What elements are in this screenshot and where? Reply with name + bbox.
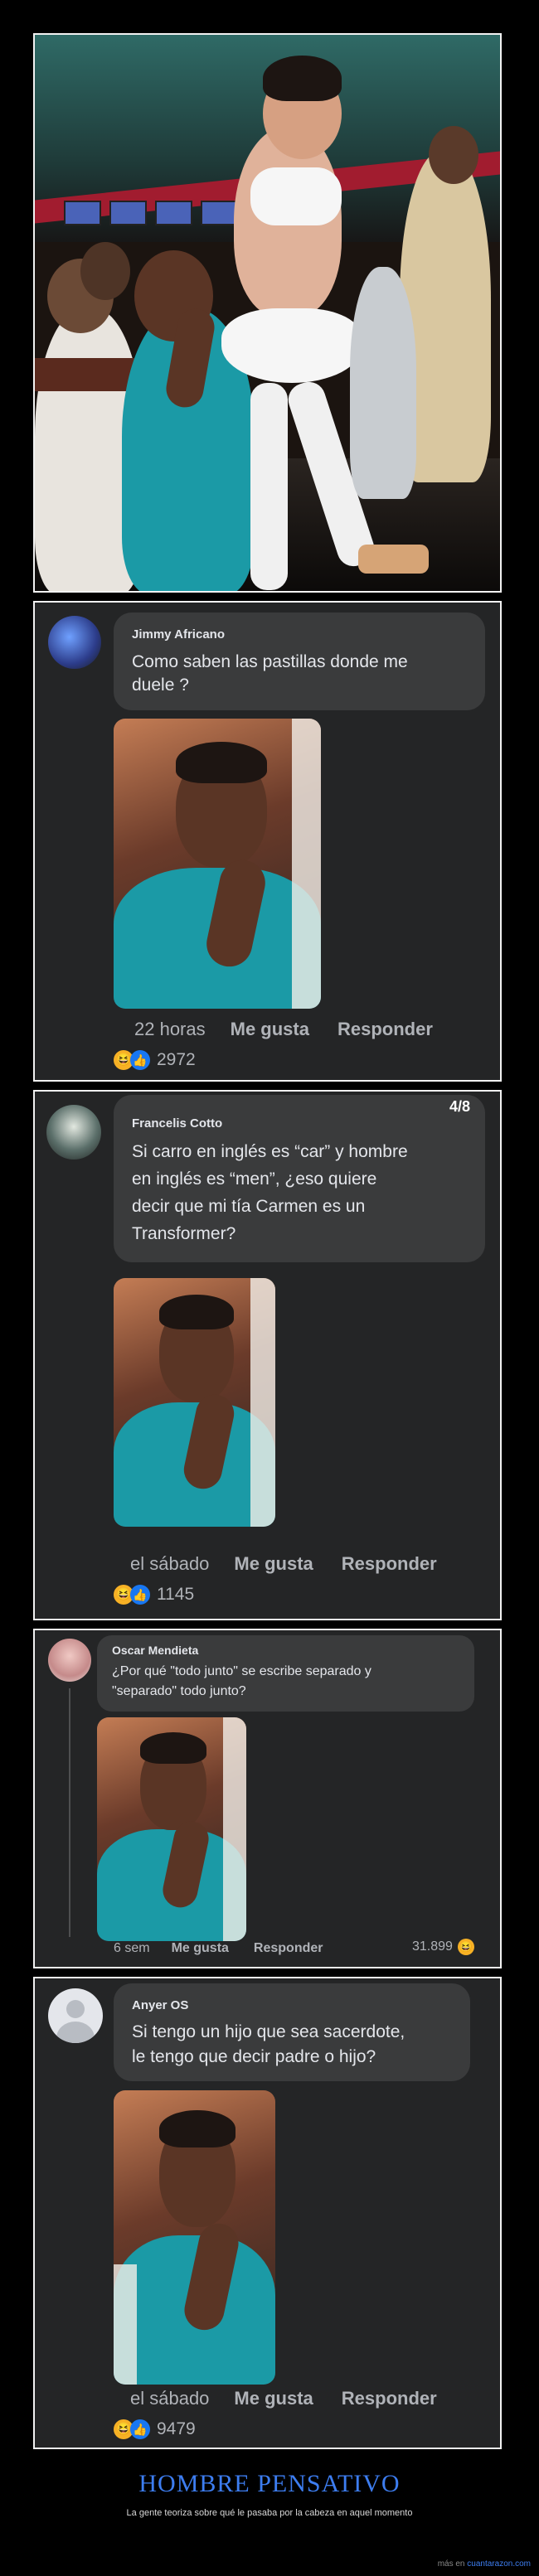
- comment-time[interactable]: 22 horas: [134, 1019, 206, 1040]
- avatar[interactable]: [46, 1105, 101, 1160]
- comment-author[interactable]: Anyer OS: [132, 1998, 188, 2012]
- reaction-summary[interactable]: 😆 👍 1145: [114, 1585, 194, 1605]
- comment-author[interactable]: Oscar Mendieta: [112, 1644, 198, 1657]
- like-icon: 👍: [130, 2419, 150, 2439]
- page-counter-badge: 4/8: [449, 1098, 471, 1115]
- reply-button[interactable]: Responder: [254, 1941, 323, 1956]
- reaction-summary[interactable]: 31.899 😆: [412, 1939, 474, 1955]
- comment-card-2: Francelis Cotto Si carro en inglés es “c…: [33, 1090, 502, 1620]
- comment-text-line: "separado" todo junto?: [112, 1684, 246, 1698]
- reaction-count: 9479: [157, 2419, 196, 2438]
- reply-button[interactable]: Responder: [337, 1019, 433, 1040]
- comment-card-4: Anyer OS Si tengo un hijo que sea sacerd…: [33, 1977, 502, 2449]
- pensive-man-image[interactable]: [97, 1717, 246, 1941]
- comment-bubble: Jimmy Africano Como saben las pastillas …: [114, 613, 485, 710]
- comment-author[interactable]: Francelis Cotto: [132, 1116, 222, 1131]
- like-button[interactable]: Me gusta: [231, 1019, 309, 1040]
- like-button[interactable]: Me gusta: [172, 1941, 229, 1956]
- reaction-summary[interactable]: 😆 👍 9479: [114, 2419, 196, 2439]
- comment-text-line: le tengo que decir padre o hijo?: [132, 2047, 376, 2066]
- comment-text-line: Como saben las pastillas donde me: [132, 652, 408, 671]
- avatar[interactable]: [48, 1988, 103, 2043]
- credit-prefix: más en: [437, 2559, 465, 2569]
- pensive-man-image[interactable]: [114, 1278, 275, 1527]
- comment-bubble: Anyer OS Si tengo un hijo que sea sacerd…: [114, 1983, 470, 2081]
- comment-actions: 6 sem Me gusta Responder: [114, 1939, 323, 1959]
- comment-text-line: Si tengo un hijo que sea sacerdote,: [132, 2022, 405, 2041]
- like-icon: 👍: [130, 1050, 150, 1070]
- comment-text-line: decir que mi tía Carmen es un: [132, 1197, 366, 1216]
- haha-icon: 😆: [457, 1939, 474, 1955]
- comment-text-line: Transformer?: [132, 1224, 236, 1243]
- like-button[interactable]: Me gusta: [234, 2388, 313, 2409]
- source-link[interactable]: cuantarazon.com: [467, 2559, 531, 2569]
- comment-text-line: duele ?: [132, 675, 189, 695]
- comment-card-3: Oscar Mendieta ¿Por qué "todo junto" se …: [33, 1629, 502, 1968]
- reply-button[interactable]: Responder: [342, 1553, 437, 1575]
- comment-actions: el sábado Me gusta Responder: [130, 1552, 437, 1576]
- like-icon: 👍: [130, 1585, 150, 1605]
- post-subtitle: La gente teoriza sobre qué le pasaba por…: [126, 2508, 413, 2518]
- main-photo: [33, 33, 502, 593]
- comment-bubble: Francelis Cotto Si carro en inglés es “c…: [114, 1095, 485, 1262]
- comment-time[interactable]: el sábado: [130, 2388, 209, 2409]
- comment-text: Si carro en inglés es “car” y hombre en …: [132, 1138, 408, 1247]
- comment-bubble: Oscar Mendieta ¿Por qué "todo junto" se …: [97, 1635, 474, 1712]
- club-scene-image: [35, 35, 500, 591]
- source-credit: más en cuantarazon.com: [438, 2559, 531, 2569]
- comment-card-1: Jimmy Africano Como saben las pastillas …: [33, 601, 502, 1082]
- avatar[interactable]: [48, 1639, 91, 1682]
- reaction-count: 2972: [157, 1050, 196, 1069]
- pensive-man-image[interactable]: [114, 719, 321, 1009]
- thread-line: [69, 1688, 70, 1937]
- reaction-count: 1145: [157, 1585, 195, 1604]
- comment-text: Si tengo un hijo que sea sacerdote, le t…: [132, 2020, 405, 2070]
- reaction-count: 31.899: [412, 1939, 453, 1954]
- comment-text: ¿Por qué "todo junto" se escribe separad…: [112, 1662, 371, 1702]
- comment-text-line: Si carro en inglés es “car” y hombre: [132, 1142, 408, 1161]
- comment-text-line: en inglés es “men”, ¿eso quiere: [132, 1169, 377, 1189]
- comment-text: Como saben las pastillas donde me duele …: [132, 651, 408, 697]
- comment-time[interactable]: el sábado: [130, 1553, 209, 1575]
- post-footer: HOMBRE PENSATIVO La gente teoriza sobre …: [0, 2470, 539, 2518]
- comment-text-line: ¿Por qué "todo junto" se escribe separad…: [112, 1664, 371, 1678]
- like-button[interactable]: Me gusta: [234, 1553, 313, 1575]
- reply-button[interactable]: Responder: [342, 2388, 437, 2409]
- comment-actions: 22 horas Me gusta Responder: [134, 1017, 433, 1042]
- comment-time[interactable]: 6 sem: [114, 1941, 150, 1956]
- pensive-man-image[interactable]: [114, 2090, 275, 2385]
- comment-actions: el sábado Me gusta Responder: [130, 2386, 437, 2411]
- comment-author[interactable]: Jimmy Africano: [132, 627, 225, 642]
- post-title[interactable]: HOMBRE PENSATIVO: [0, 2470, 539, 2498]
- reaction-summary[interactable]: 😆 👍 2972: [114, 1050, 196, 1070]
- avatar[interactable]: [48, 616, 101, 669]
